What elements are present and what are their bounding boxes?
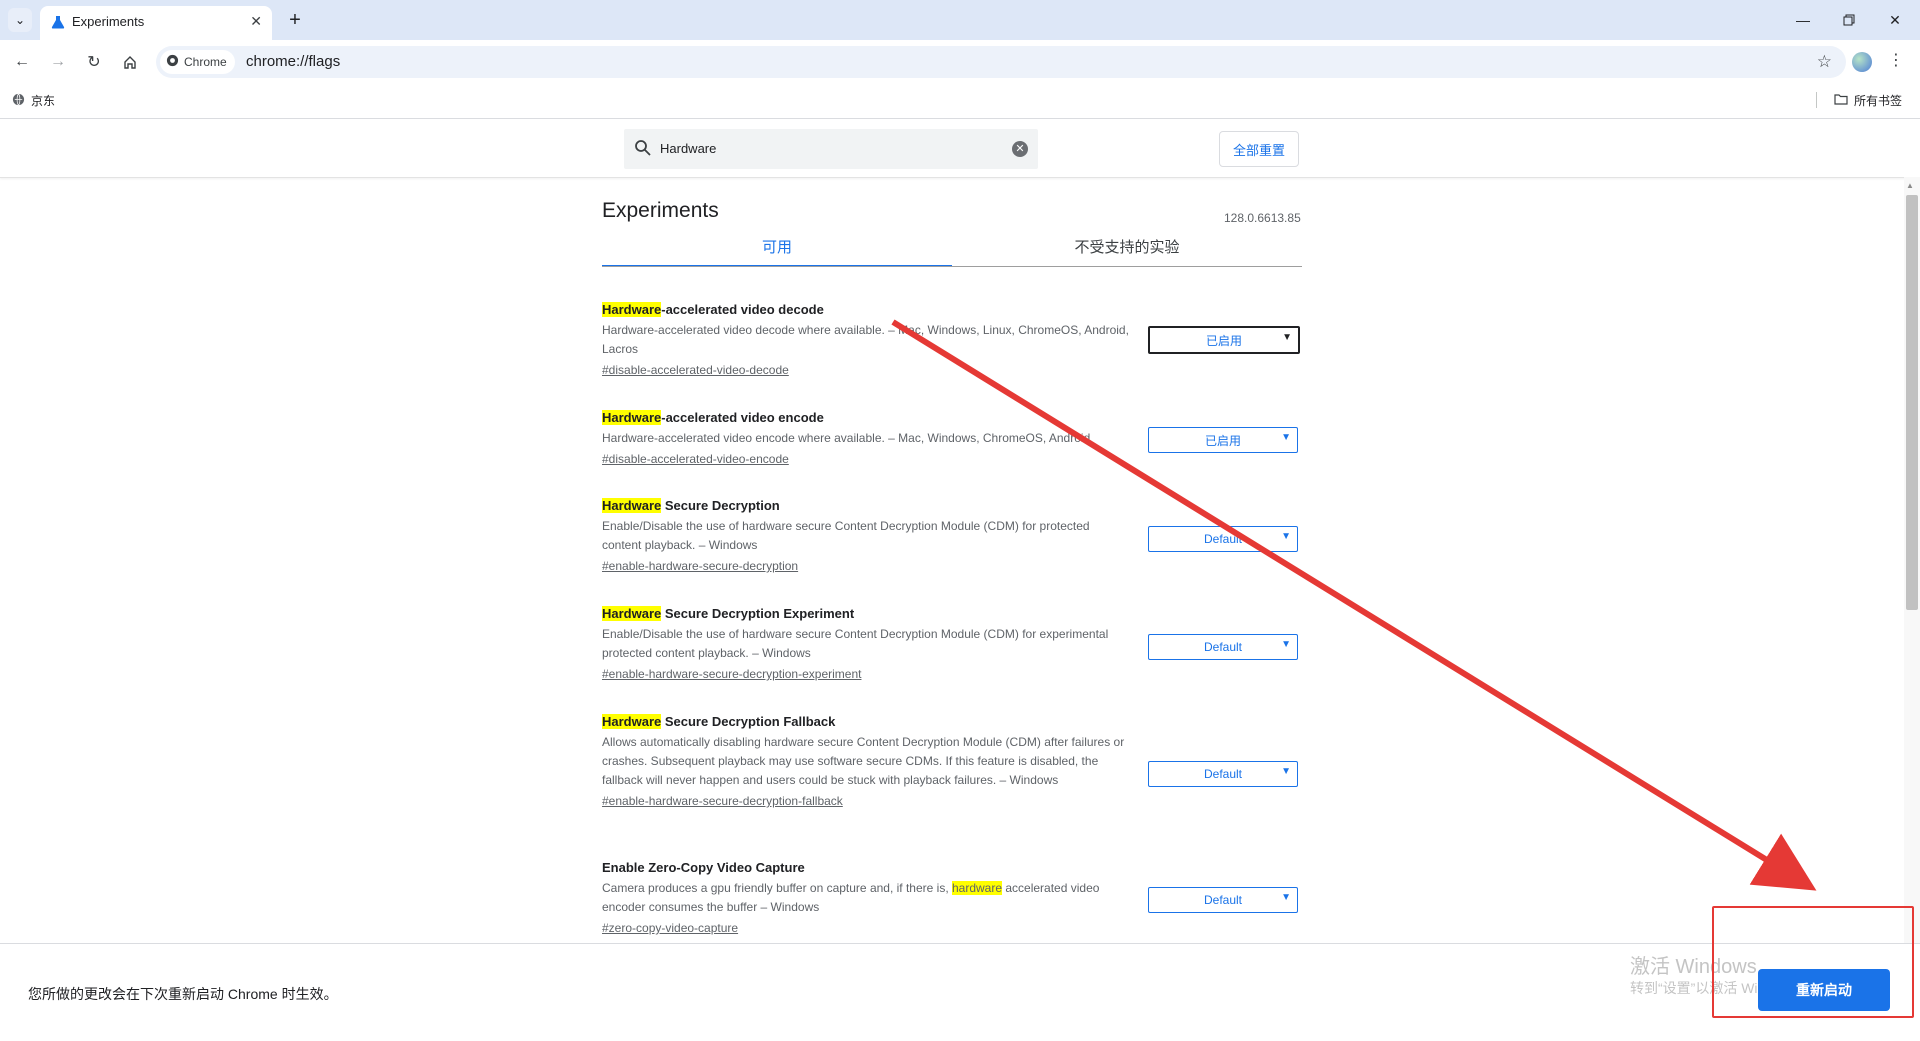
restart-bar: 您所做的更改会在下次重新启动 Chrome 时生效。 激活 Windows 转到… xyxy=(0,943,1920,1041)
tab-available[interactable]: 可用 xyxy=(602,227,952,267)
new-tab-plus-icon[interactable]: + xyxy=(283,8,307,32)
experiment-description: Enable/Disable the use of hardware secur… xyxy=(602,519,1090,552)
chevron-down-icon: ▼ xyxy=(1281,639,1291,650)
experiment-select[interactable]: Default ▼ xyxy=(1148,526,1298,552)
flask-icon xyxy=(50,14,66,30)
reset-all-button[interactable]: 全部重置 xyxy=(1219,131,1299,167)
page-title: Experiments xyxy=(602,199,719,222)
experiment-item: Hardware Secure Decryption Fallback Allo… xyxy=(602,713,1302,810)
search-highlight: Hardware xyxy=(602,606,662,621)
experiment-description: Hardware-accelerated video encode where … xyxy=(602,431,1091,445)
chevron-down-icon: ▼ xyxy=(1281,531,1291,542)
experiment-link[interactable]: #enable-hardware-secure-decryption xyxy=(602,557,1302,575)
search-highlight: hardware xyxy=(951,881,1003,895)
search-highlight: Hardware xyxy=(602,410,662,425)
experiment-name: Hardware Secure Decryption xyxy=(602,498,780,513)
experiment-item: Enable Zero-Copy Video Capture Camera pr… xyxy=(602,859,1302,937)
experiment-link[interactable]: #zero-copy-video-capture xyxy=(602,919,1302,937)
bookmark-star-icon[interactable]: ☆ xyxy=(1817,52,1832,72)
close-tab-icon[interactable]: ✕ xyxy=(250,13,262,30)
bookmarks-divider xyxy=(1816,92,1817,108)
search-highlight: Hardware xyxy=(602,302,662,317)
chevron-down-icon: ▼ xyxy=(1282,332,1292,343)
home-icon[interactable] xyxy=(116,48,144,76)
back-arrow-icon[interactable]: ← xyxy=(8,48,36,76)
tabs-divider xyxy=(602,266,1302,267)
experiment-description: Camera produces a gpu friendly buffer on… xyxy=(602,881,1100,914)
profile-avatar[interactable] xyxy=(1852,52,1872,72)
experiment-select[interactable]: Default ▼ xyxy=(1148,634,1298,660)
flags-search-input[interactable]: Hardware ✕ xyxy=(624,129,1038,169)
experiment-item: Hardware-accelerated video decode Hardwa… xyxy=(602,301,1302,379)
browser-tab-experiments[interactable]: Experiments ✕ xyxy=(40,6,272,40)
restore-icon[interactable] xyxy=(1826,0,1872,40)
folder-icon xyxy=(1834,93,1848,108)
bookmark-label: 京东 xyxy=(31,94,56,108)
bookmark-jd[interactable]: 京东 xyxy=(12,92,55,109)
flags-content: Experiments 128.0.6613.85 可用 不受支持的实验 Har… xyxy=(0,177,1904,943)
close-window-icon[interactable]: ✕ xyxy=(1872,0,1918,40)
experiment-link[interactable]: #enable-hardware-secure-decryption-fallb… xyxy=(602,792,1302,810)
kebab-menu-icon[interactable]: ⋮ xyxy=(1888,50,1904,70)
experiment-select[interactable]: 已启用 ▼ xyxy=(1148,427,1298,453)
scrollbar-thumb[interactable] xyxy=(1906,195,1918,610)
tab-search-chevron-icon[interactable]: ⌄ xyxy=(8,8,32,32)
experiment-name: Hardware Secure Decryption Experiment xyxy=(602,606,855,621)
chevron-down-icon: ▼ xyxy=(1281,892,1291,903)
chrome-logo-icon xyxy=(166,54,179,70)
address-bar[interactable]: Chrome chrome://flags ☆ xyxy=(156,46,1846,78)
search-icon xyxy=(634,139,652,162)
tab-strip: ⌄ Experiments ✕ + — ✕ xyxy=(0,0,1920,40)
chevron-down-icon: ▼ xyxy=(1281,766,1291,777)
experiment-link[interactable]: #disable-accelerated-video-decode xyxy=(602,361,1302,379)
bookmarks-bar: 京东 所有书签 xyxy=(0,82,1920,119)
minimize-icon[interactable]: — xyxy=(1780,0,1826,40)
experiment-select[interactable]: Default ▼ xyxy=(1148,887,1298,913)
experiment-select[interactable]: 已启用 ▼ xyxy=(1148,326,1300,354)
url-text[interactable]: chrome://flags xyxy=(246,53,340,70)
experiment-name: Hardware-accelerated video decode xyxy=(602,302,824,317)
all-bookmarks-label: 所有书签 xyxy=(1854,94,1903,108)
tab-title: Experiments xyxy=(72,14,145,29)
restart-message: 您所做的更改会在下次重新启动 Chrome 时生效。 xyxy=(28,986,338,1002)
scroll-up-arrow-icon[interactable]: ▲ xyxy=(1906,181,1914,190)
chevron-down-icon: ▼ xyxy=(1281,432,1291,443)
site-info-chip[interactable]: Chrome xyxy=(160,50,235,74)
experiment-description: Hardware-accelerated video decode where … xyxy=(602,323,1129,356)
experiment-description: Allows automatically disabling hardware … xyxy=(602,735,1125,787)
search-value: Hardware xyxy=(660,141,717,156)
experiment-name: Enable Zero-Copy Video Capture xyxy=(602,860,805,875)
experiment-select[interactable]: Default ▼ xyxy=(1148,761,1298,787)
experiment-name: Hardware-accelerated video encode xyxy=(602,410,824,425)
experiment-item: Hardware Secure Decryption Experiment En… xyxy=(602,605,1302,683)
experiment-name: Hardware Secure Decryption Fallback xyxy=(602,714,836,729)
version-label: 128.0.6613.85 xyxy=(1224,211,1301,225)
url-chip-label: Chrome xyxy=(184,55,227,69)
search-highlight: Hardware xyxy=(602,714,662,729)
experiment-description: Enable/Disable the use of hardware secur… xyxy=(602,627,1109,660)
annotation-highlight-box xyxy=(1712,906,1914,1018)
experiment-item: Hardware Secure Decryption Enable/Disabl… xyxy=(602,497,1302,575)
experiment-link[interactable]: #enable-hardware-secure-decryption-exper… xyxy=(602,665,1302,683)
forward-arrow-icon[interactable]: → xyxy=(44,48,72,76)
experiment-item: Hardware-accelerated video encode Hardwa… xyxy=(602,409,1302,468)
all-bookmarks-button[interactable]: 所有书签 xyxy=(1834,92,1902,109)
globe-icon xyxy=(12,93,25,109)
toolbar: ← → ↻ Chrome chrome://flags ☆ ⋮ xyxy=(0,40,1920,82)
flags-header: Hardware ✕ 全部重置 xyxy=(0,119,1920,178)
search-highlight: Hardware xyxy=(602,498,662,513)
clear-search-icon[interactable]: ✕ xyxy=(1012,141,1028,157)
reload-icon[interactable]: ↻ xyxy=(80,48,108,76)
tab-unsupported[interactable]: 不受支持的实验 xyxy=(952,227,1302,265)
